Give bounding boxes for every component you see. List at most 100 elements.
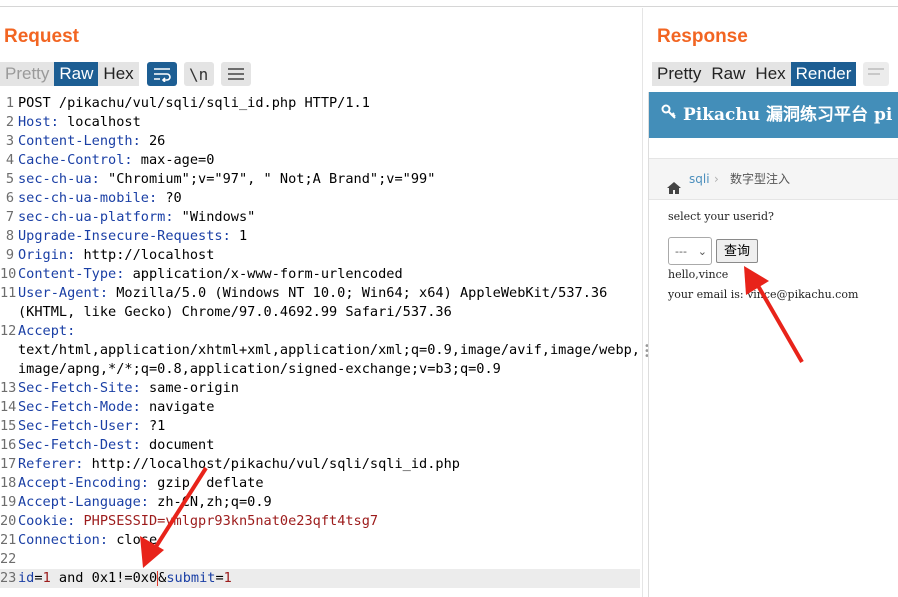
request-line[interactable]: 9 Origin: http://localhost: [0, 246, 640, 265]
header-name: Accept-Language:: [18, 494, 149, 510]
header-value: PHPSESSID=vmlgpr93kn5nat0e23qft4tsg7: [75, 513, 379, 529]
line-text: image/apng,*/*;q=0.8,application/signed-…: [18, 361, 501, 377]
request-editor[interactable]: 1 POST /pikachu/vul/sqli/sqli_id.php HTTP…: [0, 94, 640, 588]
request-line[interactable]: 4 Cache-Control: max-age=0: [0, 151, 640, 170]
header-name: Sec-Fetch-Site:: [18, 380, 141, 396]
tab-hex[interactable]: Hex: [750, 62, 791, 86]
header-value: application/x-www-form-urlencoded: [124, 266, 403, 282]
home-icon[interactable]: [666, 171, 682, 211]
line-number: 13: [0, 380, 17, 396]
request-line[interactable]: 2 Host: localhost: [0, 113, 640, 132]
request-line[interactable]: 17 Referer: http://localhost/pikachu/vul/…: [0, 455, 640, 474]
line-number: 8: [5, 228, 14, 244]
line-number: 9: [5, 247, 14, 263]
line-content: Cookie: PHPSESSID=vmlgpr93kn5nat0e23qft4…: [18, 512, 378, 531]
line-text: text/html,application/xhtml+xml,applicat…: [18, 342, 640, 358]
line-number: 14: [0, 399, 17, 415]
header-value: 26: [140, 133, 166, 149]
param-value: 1: [223, 570, 232, 586]
request-line[interactable]: 20 Cookie: PHPSESSID=vmlgpr93kn5nat0e23qf…: [0, 512, 640, 531]
request-line[interactable]: 8 Upgrade-Insecure-Requests: 1: [0, 227, 640, 246]
line-number: 20: [0, 513, 17, 529]
line-content: User-Agent: Mozilla/5.0 (Windows NT 10.0…: [18, 284, 607, 303]
request-line[interactable]: 19 Accept-Language: zh-CN,zh;q=0.9: [0, 493, 640, 512]
line-content: Accept:: [18, 322, 75, 341]
request-line[interactable]: 5 sec-ch-ua: "Chromium";v="97", " Not;A B…: [0, 170, 640, 189]
line-content: (KHTML, like Gecko) Chrome/97.0.4692.99 …: [18, 303, 452, 322]
line-number: 1: [5, 95, 14, 111]
tab-render[interactable]: Render: [790, 62, 857, 86]
line-number: 10: [0, 266, 17, 282]
param-value-payload: and 0x1!=0x0: [50, 570, 158, 586]
header-name: sec-ch-ua-platform:: [18, 209, 174, 225]
tab-raw[interactable]: Raw: [54, 62, 99, 86]
header-value: close: [108, 532, 158, 548]
request-line[interactable]: 7 sec-ch-ua-platform: "Windows": [0, 208, 640, 227]
tab-pretty[interactable]: Pretty: [0, 62, 55, 86]
request-line[interactable]: 6 sec-ch-ua-mobile: ?0: [0, 189, 640, 208]
request-line[interactable]: 14 Sec-Fetch-Mode: navigate: [0, 398, 640, 417]
request-line[interactable]: 10 Content-Type: application/x-www-form-u…: [0, 265, 640, 284]
request-line[interactable]: 21 Connection: close: [0, 531, 640, 550]
request-line[interactable]: 12 Accept:: [0, 322, 640, 341]
request-line[interactable]: 22: [0, 550, 640, 569]
line-content: sec-ch-ua-mobile: ?0: [18, 189, 182, 208]
header-value: ?1: [140, 418, 166, 434]
line-number: 18: [0, 475, 17, 491]
equals: =: [34, 570, 43, 586]
newline-icon[interactable]: \n: [183, 62, 214, 86]
request-line[interactable]: (KHTML, like Gecko) Chrome/97.0.4692.99 …: [0, 303, 640, 322]
header-name: Cache-Control:: [18, 152, 133, 168]
line-number: 22: [0, 551, 17, 567]
site-title: Pikachu 漏洞练习平台 pi: [683, 105, 893, 125]
line-number: 16: [0, 437, 17, 453]
wrap-lines-icon[interactable]: [863, 62, 890, 86]
header-name: Upgrade-Insecure-Requests:: [18, 228, 231, 244]
line-content: Cache-Control: max-age=0: [18, 151, 214, 170]
userid-select[interactable]: --- ⌄: [668, 237, 712, 265]
request-line[interactable]: 23 id=1 and 0x1!=0x0&submit=1: [0, 569, 640, 588]
header-value: localhost: [58, 114, 141, 130]
line-number: 21: [0, 532, 17, 548]
request-line[interactable]: image/apng,*/*;q=0.8,application/signed-…: [0, 360, 640, 379]
header-name: Sec-Fetch-Mode:: [18, 399, 141, 415]
line-content: sec-ch-ua: "Chromium";v="97", " Not;A Br…: [18, 170, 435, 189]
header-name: Origin:: [18, 247, 76, 263]
header-name: Host:: [18, 114, 59, 130]
chevron-down-icon: ⌄: [697, 245, 707, 258]
line-number: 2: [5, 114, 14, 130]
line-number: [0, 303, 18, 322]
request-line[interactable]: 15 Sec-Fetch-User: ?1: [0, 417, 640, 436]
request-line[interactable]: 16 Sec-Fetch-Dest: document: [0, 436, 640, 455]
line-content: Connection: close: [18, 531, 157, 550]
pane-divider[interactable]: [642, 8, 643, 597]
tab-raw[interactable]: Raw: [706, 62, 751, 86]
header-name: Referer:: [18, 456, 84, 472]
breadcrumb-current: 数字型注入: [730, 172, 791, 186]
breadcrumb-link-sqli[interactable]: sqli: [689, 159, 710, 199]
request-line[interactable]: 3 Content-Length: 26: [0, 132, 640, 151]
line-content: Content-Length: 26: [18, 132, 165, 151]
chevron-right-icon: ›: [714, 172, 719, 186]
request-line[interactable]: 13 Sec-Fetch-Site: same-origin: [0, 379, 640, 398]
request-line[interactable]: 1 POST /pikachu/vul/sqli/sqli_id.php HTTP…: [0, 94, 640, 113]
tab-hex[interactable]: Hex: [98, 62, 139, 86]
header-name: Sec-Fetch-Dest:: [18, 437, 141, 453]
request-line[interactable]: 11 User-Agent: Mozilla/5.0 (Windows NT 10…: [0, 284, 640, 303]
line-content: image/apng,*/*;q=0.8,application/signed-…: [18, 360, 501, 379]
header-value: http://localhost: [75, 247, 215, 263]
query-button[interactable]: 查询: [716, 239, 758, 263]
tab-pretty[interactable]: Pretty: [652, 62, 707, 86]
header-value: zh-CN,zh;q=0.9: [148, 494, 272, 510]
request-line[interactable]: 18 Accept-Encoding: gzip, deflate: [0, 474, 640, 493]
header-value: http://localhost/pikachu/vul/sqli/sqli_i…: [83, 456, 460, 472]
userid-prompt: select your userid?: [668, 210, 774, 223]
line-number: [0, 341, 18, 360]
header-value: "Chromium";v="97", " Not;A Brand";v="99": [99, 171, 436, 187]
wrap-lines-icon[interactable]: [146, 62, 177, 86]
header-value: Mozilla/5.0 (Windows NT 10.0; Win64; x64…: [108, 285, 608, 301]
line-number: 4: [5, 152, 14, 168]
line-content: Content-Type: application/x-www-form-url…: [18, 265, 403, 284]
menu-icon[interactable]: [220, 62, 251, 86]
request-line[interactable]: text/html,application/xhtml+xml,applicat…: [0, 341, 640, 360]
